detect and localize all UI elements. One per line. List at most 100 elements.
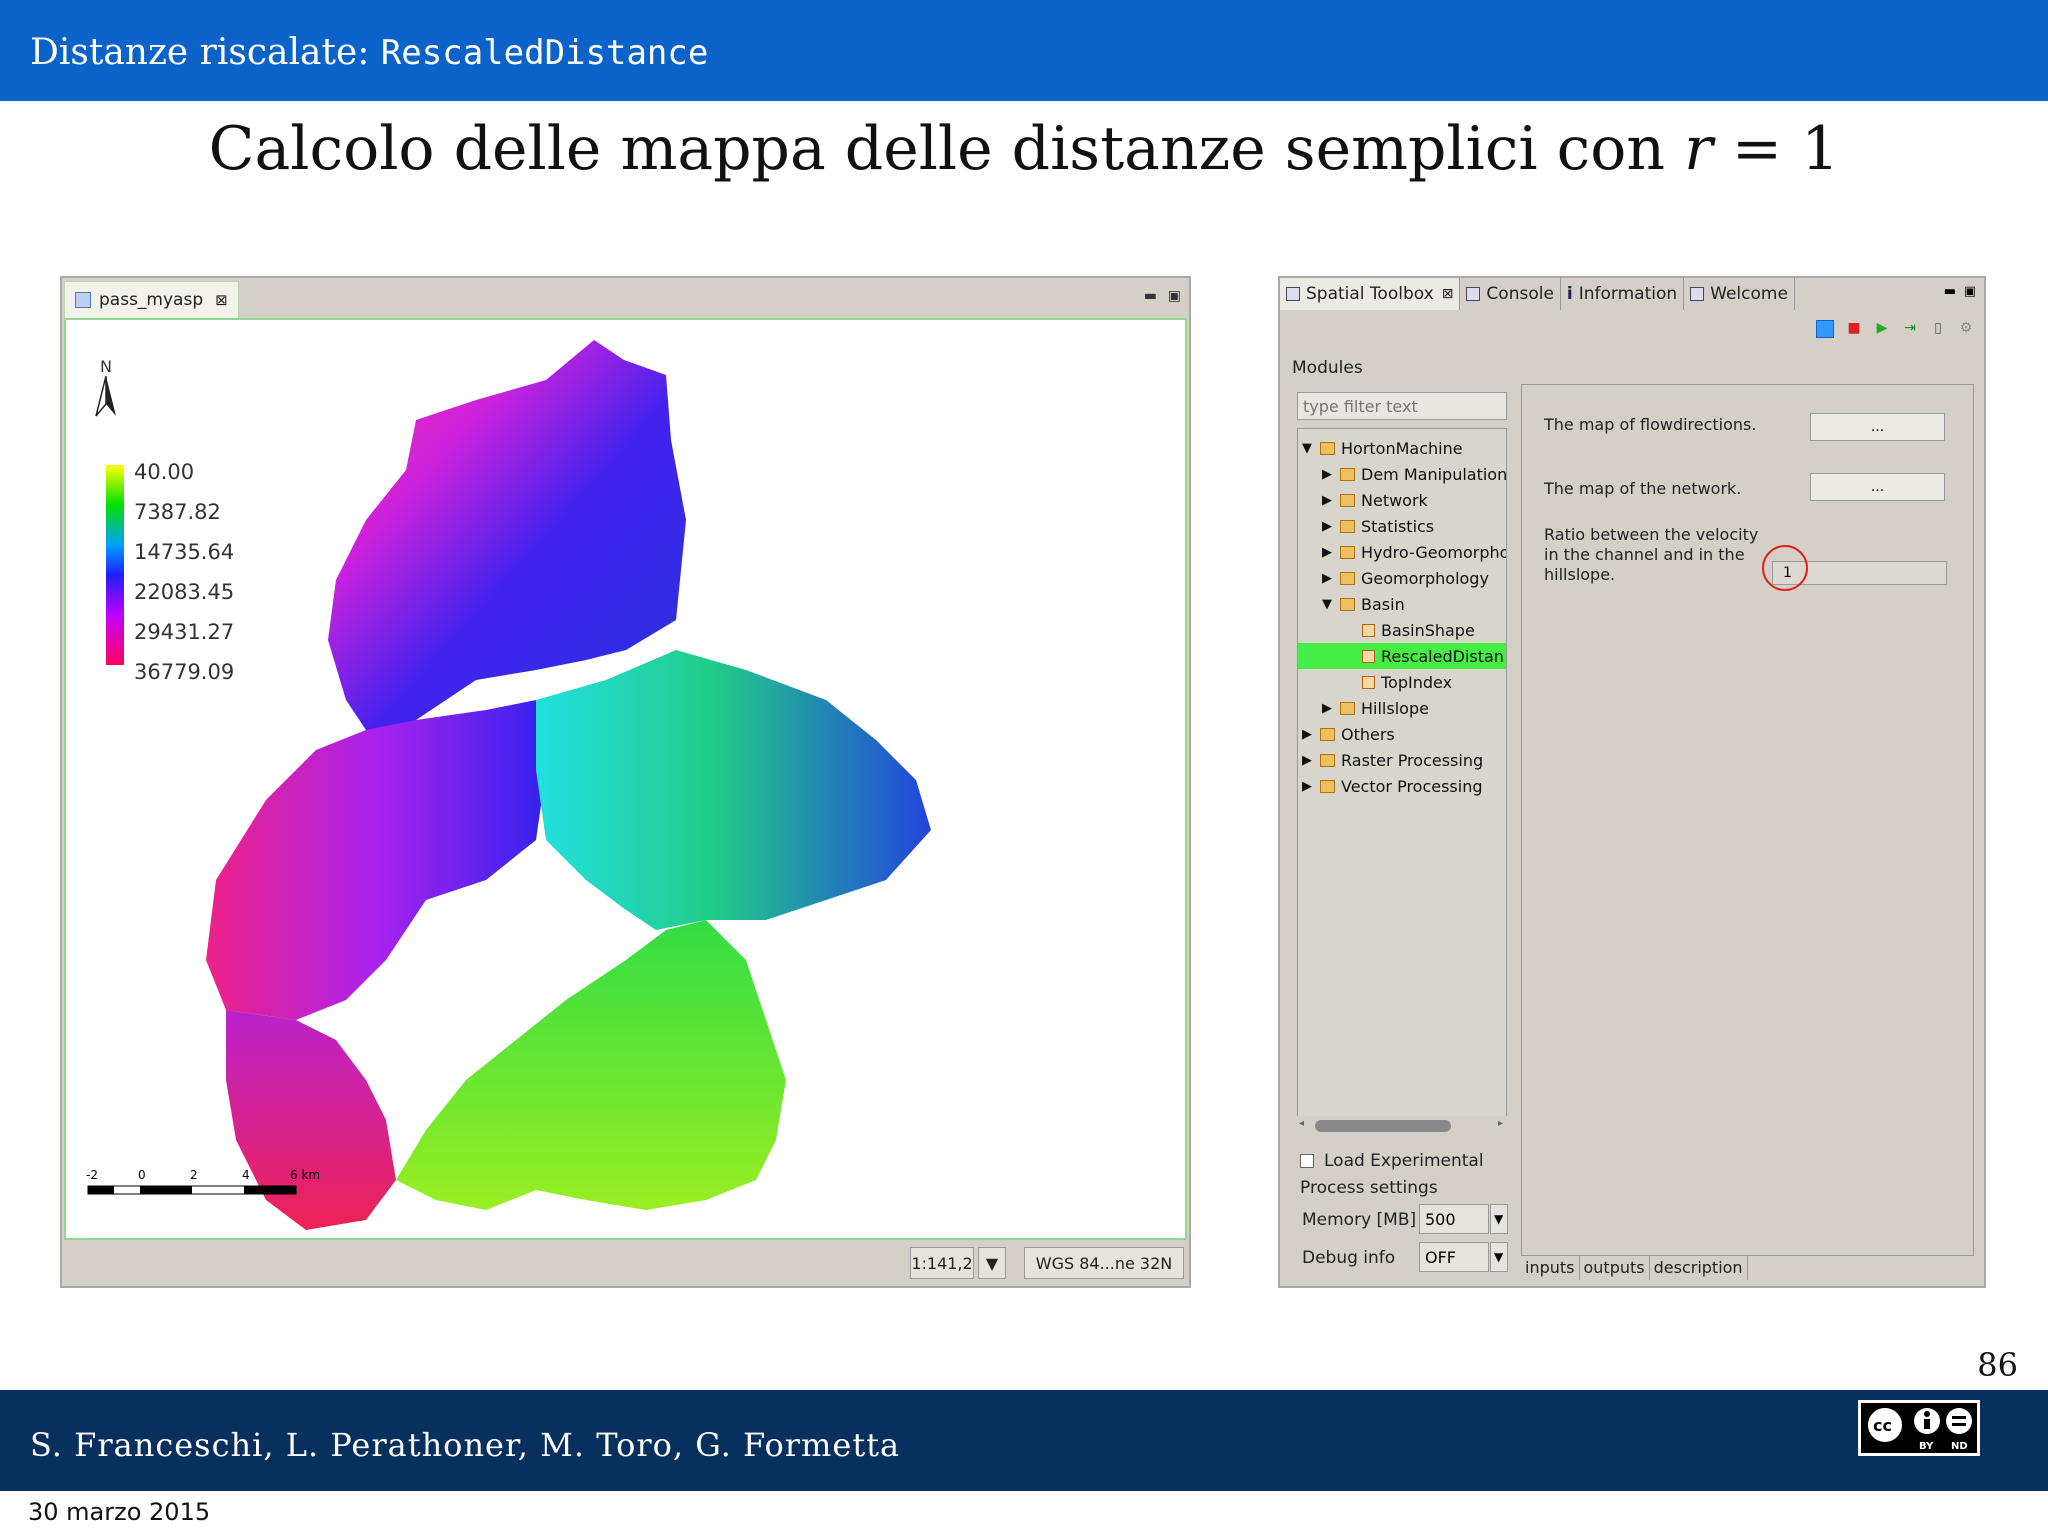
tab-label: Information — [1578, 284, 1678, 304]
export-icon[interactable]: ⇥ — [1902, 320, 1918, 336]
map-canvas[interactable]: N 40.00 7387.82 14735.64 22083.45 29431.… — [64, 318, 1187, 1240]
stop-icon[interactable]: ■ — [1846, 320, 1862, 336]
scroll-left-icon[interactable]: ◂ — [1299, 1118, 1304, 1129]
map-tabbar: pass_myasp ⊠ ▬ ▣ — [62, 278, 1189, 318]
tree-item-label: Network — [1361, 490, 1428, 510]
tree-item-geomorphology[interactable]: ▶ Geomorphology — [1322, 565, 1489, 591]
document-icon[interactable]: ▯ — [1930, 320, 1946, 336]
checkbox-label: Load Experimental — [1324, 1151, 1484, 1171]
crs-button[interactable]: WGS 84...ne 32N — [1024, 1247, 1184, 1279]
browse-flowdirections-button[interactable]: ... — [1810, 413, 1945, 441]
tree-item-topindex[interactable]: TopIndex — [1358, 669, 1452, 695]
scale-bar: -2 0 2 4 6 km — [78, 1168, 320, 1204]
tree-item-network[interactable]: ▶ Network — [1322, 487, 1428, 513]
cc-license-badge: cc BY ND — [1858, 1400, 1980, 1456]
tree-item-hydro-geomorpho[interactable]: ▶ Hydro-Geomorpho — [1322, 539, 1506, 565]
tree-item-dem-manipulation[interactable]: ▶ Dem Manipulation — [1322, 461, 1506, 487]
info-icon: i — [1566, 284, 1573, 304]
maximize-icon[interactable]: ▣ — [1964, 284, 1976, 299]
tree-item-others[interactable]: ▶ Others — [1302, 721, 1395, 747]
param-network-label: The map of the network. — [1544, 479, 1742, 498]
tab-information[interactable]: i Information — [1561, 278, 1685, 310]
scale-label: 4 — [242, 1168, 250, 1182]
toolbox-icon — [1286, 287, 1300, 301]
license-icons: cc BY ND — [1866, 1406, 1972, 1452]
chevron-down-icon[interactable]: ▼ — [1490, 1204, 1508, 1234]
folder-icon — [1340, 467, 1355, 481]
subtitle-variable: r — [1684, 114, 1713, 184]
minimize-icon[interactable]: ▬ — [1944, 284, 1956, 299]
tree-item-raster-processing[interactable]: ▶ Raster Processing — [1302, 747, 1483, 773]
tree-scrollbar[interactable]: ◂ ▸ — [1297, 1116, 1507, 1134]
param-ratio-line: in the channel and in the — [1544, 545, 1745, 564]
tab-description[interactable]: description — [1650, 1256, 1748, 1280]
tab-inputs[interactable]: inputs — [1521, 1256, 1580, 1280]
tab-pass-myasp[interactable]: pass_myasp ⊠ — [64, 281, 239, 318]
tree-item-vector-processing[interactable]: ▶ Vector Processing — [1302, 773, 1483, 799]
parameters-panel: The map of flowdirections. ... The map o… — [1521, 384, 1974, 1256]
highlight-circle — [1762, 545, 1808, 591]
slide-date: 30 marzo 2015 — [28, 1498, 211, 1526]
svg-text:cc: cc — [1873, 1416, 1892, 1435]
slide-title-prefix: Distanze riscalate: — [30, 32, 381, 73]
tab-console[interactable]: Console — [1460, 278, 1561, 310]
nd-icon — [1946, 1408, 1972, 1434]
tree-item-label: TopIndex — [1381, 672, 1453, 692]
tab-outputs[interactable]: outputs — [1580, 1256, 1650, 1280]
scale-label: 2 — [190, 1168, 198, 1182]
process-settings-label: Process settings — [1300, 1178, 1438, 1198]
folder-icon — [1320, 727, 1335, 741]
license-small-label: BY — [1919, 1441, 1934, 1452]
tree-item-hillslope[interactable]: ▶ Hillslope — [1322, 695, 1429, 721]
modules-tree[interactable]: ▼ HortonMachine ▶ Dem Manipulation ▶ Networ… — [1297, 428, 1507, 1118]
run-icon[interactable]: ▶ — [1874, 320, 1890, 336]
scale-label: -2 — [86, 1168, 98, 1182]
tree-item-statistics[interactable]: ▶ Statistics — [1322, 513, 1434, 539]
param-ratio-line: Ratio between the velocity — [1544, 525, 1759, 544]
param-ratio-line: hillslope. — [1544, 565, 1616, 584]
tree-item-rescaleddistance[interactable]: RescaledDistan — [1298, 643, 1506, 669]
memory-label: Memory [MB] — [1302, 1210, 1417, 1230]
param-ratio-label: Ratio between the velocity in the channe… — [1544, 525, 1758, 585]
scale-label: 6 km — [290, 1168, 321, 1182]
memory-field[interactable]: 500 — [1419, 1204, 1489, 1234]
close-icon[interactable]: ⊠ — [1442, 286, 1454, 302]
chevron-down-icon[interactable]: ▼ — [978, 1247, 1006, 1279]
debug-select[interactable]: OFF — [1419, 1242, 1489, 1272]
spatial-toolbox-window: Spatial Toolbox ⊠ Console i Information We… — [1278, 276, 1986, 1288]
minimize-icon[interactable]: ▬ — [1144, 288, 1157, 304]
folder-icon — [1340, 545, 1355, 559]
close-icon[interactable]: ⊠ — [215, 291, 228, 309]
scroll-right-icon[interactable]: ▸ — [1498, 1118, 1503, 1129]
tree-item-label: Others — [1341, 724, 1395, 744]
maximize-icon[interactable]: ▣ — [1168, 288, 1181, 304]
tree-item-basinshape[interactable]: BasinShape — [1358, 617, 1475, 643]
grid-icon[interactable] — [1816, 320, 1834, 338]
browse-network-button[interactable]: ... — [1810, 473, 1945, 501]
page-number: 86 — [1977, 1346, 2018, 1384]
folder-icon — [1340, 701, 1355, 715]
tree-item-label: Statistics — [1361, 516, 1435, 536]
license-small-label: ND — [1951, 1441, 1968, 1452]
gear-icon[interactable]: ⚙ — [1958, 320, 1974, 336]
slide-title-code: RescaledDistance — [380, 33, 709, 73]
load-experimental-checkbox[interactable]: Load Experimental — [1300, 1151, 1484, 1171]
tab-label: pass_myasp — [99, 290, 204, 310]
tree-item-basin[interactable]: ▼ Basin — [1322, 591, 1405, 617]
map-window: pass_myasp ⊠ ▬ ▣ N 40.00 7387.82 14735.6… — [60, 276, 1191, 1288]
tree-item-label: Raster Processing — [1341, 750, 1484, 770]
tab-spatial-toolbox[interactable]: Spatial Toolbox ⊠ — [1280, 278, 1461, 310]
tree-item-hortonmachine[interactable]: ▼ HortonMachine — [1302, 435, 1463, 461]
scrollbar-thumb[interactable] — [1315, 1120, 1451, 1132]
welcome-icon — [1690, 287, 1705, 301]
filter-input[interactable] — [1297, 392, 1507, 420]
debug-label: Debug info — [1302, 1248, 1396, 1268]
tab-welcome[interactable]: Welcome — [1684, 278, 1795, 310]
map-statusbar: 1:141,2 ▼ WGS 84...ne 32N — [64, 1242, 1187, 1284]
tab-label: Spatial Toolbox — [1306, 284, 1434, 304]
folder-icon — [1320, 779, 1335, 793]
slide-subtitle: Calcolo delle mappa delle distanze sempl… — [0, 114, 2048, 184]
chevron-down-icon[interactable]: ▼ — [1490, 1242, 1508, 1272]
scale-field[interactable]: 1:141,2 — [910, 1247, 974, 1279]
checkbox-icon[interactable] — [1300, 1154, 1314, 1168]
